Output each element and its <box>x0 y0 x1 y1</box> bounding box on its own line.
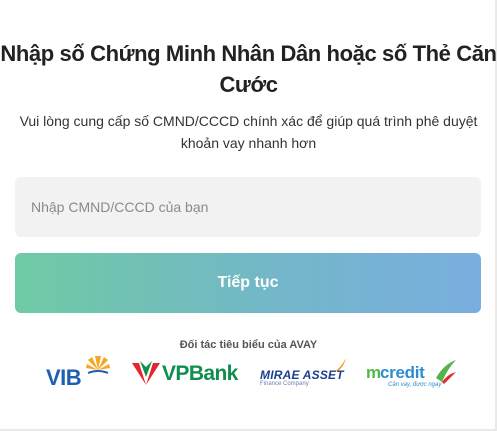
mcredit-logo-text: credit <box>380 363 425 382</box>
id-input-container <box>15 177 481 237</box>
vib-star-icon <box>86 356 110 374</box>
subtitle-line-1: Vui lòng cung cấp số CMND/CCCD chính xác… <box>19 113 478 129</box>
continue-button[interactable]: Tiếp tục <box>15 253 481 313</box>
vib-logo-text: VIB <box>46 365 82 390</box>
subtitle-line-2: khoản vay nhanh hơn <box>180 135 317 151</box>
id-number-input[interactable] <box>15 177 481 237</box>
mirae-asset-sub-text: Finance Company <box>260 381 309 387</box>
mcredit-tagline: Cần vay, được ngay <box>388 382 442 388</box>
mirae-asset-logo: MIRAE ASSET Finance Company <box>258 358 348 390</box>
mcredit-logo: m credit Cần vay, được ngay <box>364 358 460 390</box>
title-line-2: Cước <box>219 72 278 97</box>
vib-logo: VIB <box>46 356 112 390</box>
title-line-1: Nhập số Chứng Minh Nhân Dân hoặc số Thẻ … <box>0 41 497 66</box>
partners-heading: Đối tác tiêu biểu của AVAY <box>179 339 318 351</box>
mirae-asset-logo-text: MIRAE ASSET <box>260 368 344 382</box>
page-title: Nhập số Chứng Minh Nhân Dân hoặc số Thẻ … <box>0 38 497 100</box>
id-entry-card: Nhập số Chứng Minh Nhân Dân hoặc số Thẻ … <box>0 0 497 431</box>
vpbank-logo-text: VPBank <box>162 362 238 385</box>
mcredit-logo-m: m <box>366 363 382 382</box>
page-subtitle: Vui lòng cung cấp số CMND/CCCD chính xác… <box>0 110 497 154</box>
vpbank-bird-icon <box>132 361 160 385</box>
partner-logos: VIB VPBank MIRAE ASSET Finance Company m… <box>0 354 497 394</box>
mcredit-swoosh-icon <box>436 360 456 384</box>
vpbank-logo: VPBank <box>131 358 243 390</box>
